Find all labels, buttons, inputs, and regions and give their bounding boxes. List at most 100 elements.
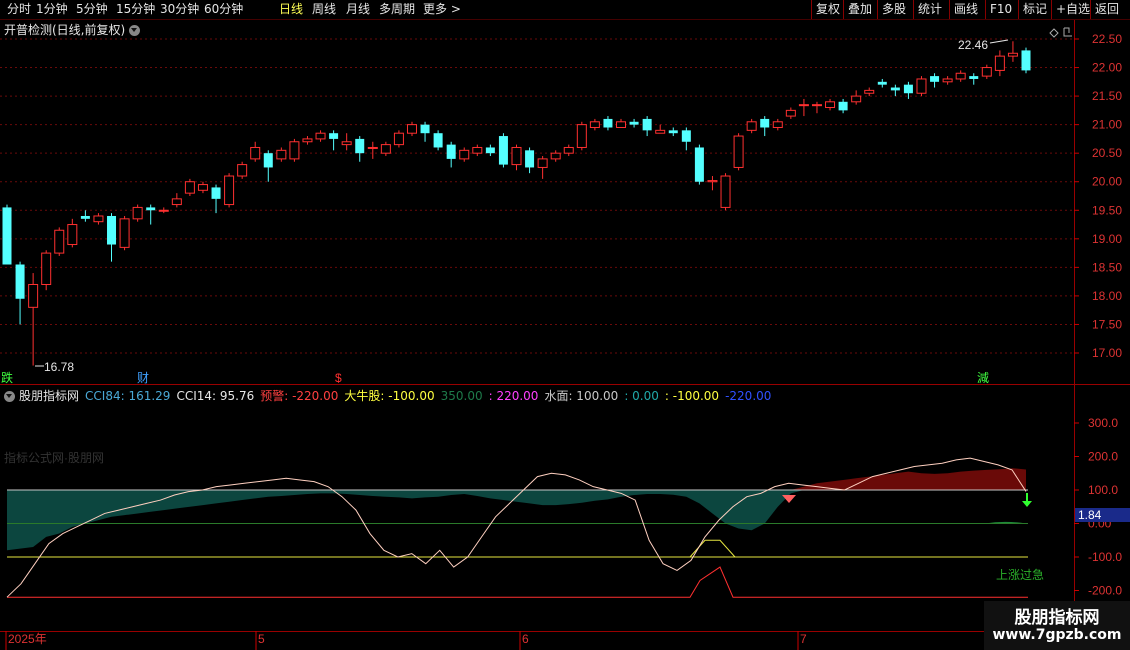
candle-body: [28, 283, 39, 308]
candle-body: [877, 81, 887, 85]
period-tab-2[interactable]: 5分钟: [76, 1, 108, 18]
indicator-tick-label: 200.0: [1088, 450, 1118, 464]
candle-body: [2, 207, 12, 265]
candle-body: [158, 209, 169, 212]
cci84-above-area: [7, 468, 1026, 490]
candle-body: [184, 181, 195, 194]
candle-body: [302, 138, 313, 143]
toolbar-button-8[interactable]: 返回: [1095, 0, 1119, 18]
candle-body: [785, 109, 796, 117]
price-tick-label: 21.00: [1092, 118, 1122, 132]
watermark-logo: 股朋指标网 www.7gpzb.com: [984, 601, 1130, 650]
toolbar-separator: [1018, 0, 1019, 19]
candle-body: [772, 121, 783, 128]
candle-body: [655, 129, 666, 134]
price-tick-label: 18.50: [1092, 260, 1122, 274]
pane-divider: [0, 384, 1130, 385]
candle-body: [798, 104, 809, 107]
marker-jian: 減: [977, 370, 989, 385]
candle-body: [341, 141, 352, 146]
candle-body: [694, 147, 704, 182]
price-tick-label: 20.50: [1092, 146, 1122, 160]
candle-body: [485, 147, 495, 154]
toolbar-separator: [949, 0, 950, 19]
candle-body: [1007, 52, 1018, 57]
candle-body: [550, 152, 561, 160]
candle-body: [955, 72, 966, 80]
marker-dollar: $: [335, 371, 342, 385]
period-tab-10[interactable]: 更多 >: [423, 1, 461, 18]
period-tab-9[interactable]: 多周期: [379, 1, 415, 18]
candle-body: [211, 187, 221, 199]
down-arrow-icon: [1022, 493, 1032, 507]
toolbar-button-0[interactable]: 复权: [816, 0, 840, 18]
candle-body: [315, 132, 326, 140]
candle-body: [406, 124, 417, 134]
candle-body: [367, 146, 378, 149]
candle-body: [54, 229, 65, 254]
indicator-tick-label: -200.0: [1088, 584, 1122, 598]
toolbar-button-5[interactable]: F10: [990, 0, 1012, 18]
candle-body: [263, 153, 273, 168]
toolbar-button-6[interactable]: 标记: [1023, 0, 1047, 18]
period-tab-1[interactable]: 1分钟: [36, 1, 68, 18]
candle-body: [903, 84, 913, 94]
period-tab-7[interactable]: 周线: [312, 1, 336, 18]
candle-body: [642, 118, 652, 131]
candle-body: [237, 164, 248, 177]
price-tick-label: 22.50: [1092, 32, 1122, 46]
period-tab-0[interactable]: 分时: [7, 1, 31, 18]
period-tab-3[interactable]: 15分钟: [116, 1, 155, 18]
candle-body: [446, 144, 456, 159]
axis-divider: [1074, 20, 1075, 630]
toolbar-separator: [985, 0, 986, 19]
period-tab-4[interactable]: 30分钟: [160, 1, 199, 18]
date-label: 6: [522, 632, 529, 646]
candle-body: [80, 215, 90, 219]
candle-body: [981, 67, 992, 77]
candle-body: [603, 118, 613, 128]
candle-body: [132, 206, 143, 220]
price-tick-label: 22.00: [1092, 61, 1122, 75]
period-tab-5[interactable]: 60分钟: [204, 1, 243, 18]
high-price-label: 22.46: [958, 38, 988, 52]
candle-body: [811, 104, 822, 107]
watermark-title: 股朋指标网: [1014, 608, 1100, 628]
toolbar-button-2[interactable]: 多股: [882, 0, 906, 18]
diamond-icon: [1049, 28, 1059, 38]
toolbar-button-1[interactable]: 叠加: [848, 0, 872, 18]
candle-body: [197, 184, 208, 191]
candle-body: [329, 133, 339, 139]
candle-body: [498, 136, 508, 165]
toolbar-button-4[interactable]: 画线: [954, 0, 978, 18]
price-tick-label: 19.50: [1092, 203, 1122, 217]
candle-body: [472, 146, 483, 154]
marker-die: 跌: [1, 370, 13, 385]
candle-body: [67, 224, 78, 246]
period-toolbar: 分时 1分钟 5分钟 15分钟 30分钟 60分钟 日线 周线 月线 多周期 更多 > 复权 叠加 多股统…: [0, 0, 1130, 20]
candle-body: [994, 55, 1005, 71]
period-tab-6[interactable]: 日线: [279, 1, 303, 18]
candle-body: [760, 118, 770, 128]
candle-body: [864, 89, 875, 94]
candle-body: [420, 124, 430, 134]
price-tick-label: 17.50: [1092, 317, 1122, 331]
candle-body: [119, 218, 130, 248]
candle-body: [224, 175, 235, 206]
date-axis-line: [0, 631, 1130, 632]
settings-icon: [1063, 27, 1072, 37]
candle-body: [537, 158, 548, 168]
candle-body: [576, 124, 587, 148]
period-tab-8[interactable]: 月线: [346, 1, 370, 18]
rise-label: 上涨过急: [996, 567, 1044, 582]
candle-body: [393, 132, 404, 146]
price-tick-label: 18.00: [1092, 289, 1122, 303]
candle-body: [250, 146, 261, 160]
toolbar-button-7[interactable]: +自选: [1056, 0, 1090, 18]
toolbar-separator: [1090, 0, 1091, 19]
watermark-url: www.7gpzb.com: [992, 627, 1122, 643]
candle-body: [746, 121, 757, 131]
candle-body: [681, 130, 691, 142]
candle-body: [380, 144, 391, 154]
toolbar-button-3[interactable]: 统计: [918, 0, 942, 18]
